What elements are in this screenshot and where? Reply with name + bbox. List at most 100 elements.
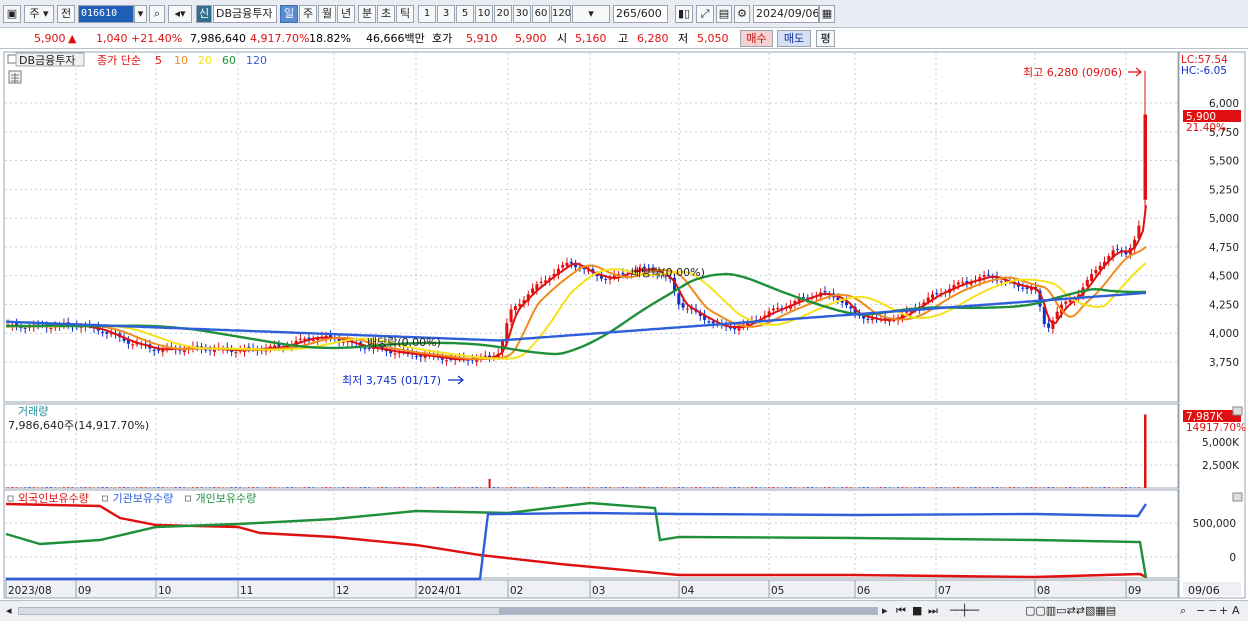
low-annotation: 최저 3,745 (01/17) (342, 374, 441, 387)
volume-bar (609, 487, 611, 488)
stop-icon[interactable]: ■ (912, 604, 922, 618)
zoom-out-icon[interactable]: − (1196, 604, 1205, 618)
volume-bar (673, 487, 676, 488)
volume-bar (161, 487, 164, 488)
interval-custom-select[interactable]: ▾ (572, 5, 610, 23)
volume-bar (290, 487, 293, 488)
volume-bar (639, 487, 642, 488)
volume-bar (376, 487, 379, 488)
candle-body (445, 360, 449, 362)
price-tick-label: 4,250 (1209, 299, 1239, 311)
zoom-slider[interactable]: ──┼── (950, 604, 979, 618)
period-tab[interactable]: 월 (318, 5, 336, 23)
volume-bar (570, 487, 573, 488)
period-tab[interactable]: 일 (280, 5, 298, 23)
first-icon[interactable]: ⏮ (896, 604, 906, 618)
volume-bar (716, 487, 719, 488)
volume-bar (110, 487, 113, 488)
period-tab[interactable]: 틱 (396, 5, 414, 23)
scroll-left-icon[interactable]: ◂ (6, 604, 12, 618)
legend-marker (185, 495, 191, 502)
candle-type-icon[interactable]: ▮▯ (675, 5, 693, 23)
price-tick-label: 5,500 (1209, 156, 1239, 168)
legend-toggle-icon[interactable] (7, 54, 17, 64)
volume-bar (1000, 487, 1003, 488)
interval-button[interactable]: 20 (494, 5, 512, 23)
volume-bar (239, 487, 242, 488)
zoom-search-icon[interactable]: ⌕ (1180, 604, 1186, 618)
volume-panel-close-icon[interactable] (1232, 406, 1243, 416)
volume-bar (996, 487, 998, 488)
date-label: 2024/01 (418, 585, 462, 597)
minus-icon[interactable]: − (1208, 604, 1217, 618)
volume-bar (295, 487, 298, 488)
draw-tool-icon[interactable]: ⤢ (696, 5, 714, 23)
volume-bar (191, 487, 194, 488)
save-icon[interactable]: ▤ (716, 5, 732, 23)
volume-bar (604, 487, 607, 488)
interval-button[interactable]: 60 (532, 5, 550, 23)
bid-price: 5,900 (515, 32, 547, 45)
interval-button[interactable]: 1 (418, 5, 436, 23)
window-menu-icon[interactable]: ▣ (3, 5, 21, 23)
market-select[interactable]: 주 ▾ (24, 5, 54, 23)
search-icon[interactable]: ⌕ (149, 5, 165, 23)
table-icon-lines (11, 73, 19, 83)
buy-button[interactable]: 매수 (740, 30, 773, 47)
candle-count[interactable]: 265/600 (613, 5, 668, 23)
toolbar: ▣ 주 ▾ 전 016610 ▾ ⌕ ◂▾ 신 DB금융투자 일주월년분초틱 1… (0, 0, 1248, 28)
code-dropdown-icon[interactable]: ▾ (134, 5, 147, 23)
volume-bar (269, 487, 272, 488)
holding-panel-close-icon[interactable] (1232, 492, 1243, 502)
volume-bar (28, 487, 31, 488)
candle-body (677, 293, 681, 305)
period-tab[interactable]: 분 (358, 5, 376, 23)
interval-button[interactable]: 120 (551, 5, 571, 23)
chart-tool-icons[interactable]: ▢▢▥▭⇄⇄▧▦▤ (1025, 604, 1116, 618)
date-label: 06 (857, 585, 871, 597)
date-label: 07 (938, 585, 951, 597)
candle-body (737, 328, 741, 331)
scroll-thumb[interactable] (499, 608, 877, 614)
gear-icon[interactable]: ⚙ (734, 5, 750, 23)
avg-price-button[interactable]: 평 (816, 30, 835, 47)
candle-body (836, 297, 840, 301)
stock-code-input[interactable]: 016610 (78, 5, 134, 23)
interval-button[interactable]: 3 (437, 5, 455, 23)
sell-button[interactable]: 매도 (777, 30, 811, 47)
volume-bar (1099, 487, 1102, 488)
period-tab[interactable]: 년 (337, 5, 355, 23)
volume-bar (441, 487, 444, 488)
ma-period-label: 5 (155, 54, 162, 67)
scroll-right-icon[interactable]: ▸ (882, 604, 888, 618)
all-button[interactable]: 전 (57, 5, 75, 23)
volume-bar (944, 487, 947, 488)
candle-body (961, 282, 965, 284)
interval-button[interactable]: 5 (456, 5, 474, 23)
interval-button[interactable]: 10 (475, 5, 493, 23)
price-tick-label: 3,750 (1209, 357, 1239, 369)
volume-bar (71, 487, 74, 488)
zoom-in-icon[interactable]: + (1219, 604, 1228, 618)
horizontal-scrollbar[interactable] (18, 607, 878, 615)
period-tab[interactable]: 초 (377, 5, 395, 23)
volume-bar (346, 487, 349, 488)
period-tab[interactable]: 주 (299, 5, 317, 23)
candle-body (1064, 301, 1068, 304)
current-price: 5,900 (34, 32, 66, 45)
calendar-icon[interactable]: ▦ (819, 5, 835, 23)
font-size-icon[interactable]: A (1232, 604, 1240, 618)
volume-bar (703, 487, 706, 488)
interval-button[interactable]: 30 (513, 5, 531, 23)
date-label: 04 (681, 585, 695, 597)
last-icon[interactable]: ⏭ (928, 604, 938, 618)
volume-bar (548, 487, 551, 488)
volume-bar (772, 487, 775, 488)
stock-chart[interactable]: 6,0005,7505,5005,2505,0004,7504,5004,250… (0, 50, 1248, 600)
volume-bar (987, 487, 990, 488)
speaker-icon[interactable]: ◂▾ (168, 5, 192, 23)
date-input[interactable]: 2024/09/06 (753, 5, 819, 23)
volume-bar (729, 487, 732, 488)
volume-bar (1082, 487, 1084, 488)
volume-bar (677, 487, 680, 488)
